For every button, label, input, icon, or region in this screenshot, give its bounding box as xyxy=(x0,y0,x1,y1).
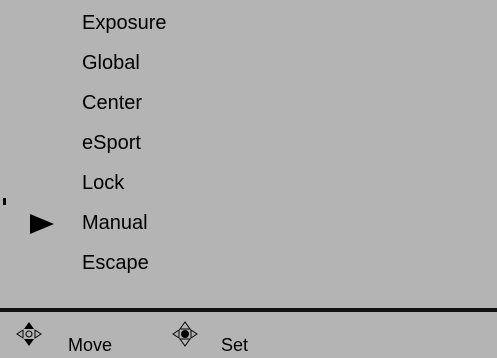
play-arrow-icon xyxy=(30,214,54,234)
menu-item-manual[interactable]: Manual xyxy=(82,208,148,238)
footer-move-label: Move xyxy=(68,335,113,355)
menu-item-lock[interactable]: Lock xyxy=(82,168,124,198)
osd-footer: Move Set xyxy=(0,312,497,358)
menu-item-exposure[interactable]: Exposure xyxy=(82,8,167,38)
menu-item-global[interactable]: Global xyxy=(82,48,140,78)
menu-item-esport[interactable]: eSport xyxy=(82,128,141,158)
dpad-up-down-icon xyxy=(16,322,42,346)
menu-item-center[interactable]: Center xyxy=(82,88,142,118)
osd-menu: Exposure Global Center eSport Lock Manua… xyxy=(0,0,497,308)
edge-marker xyxy=(3,198,6,205)
menu-item-escape[interactable]: Escape xyxy=(82,248,149,278)
footer-set-label: Set xyxy=(221,335,249,355)
dpad-press-icon xyxy=(172,321,198,347)
